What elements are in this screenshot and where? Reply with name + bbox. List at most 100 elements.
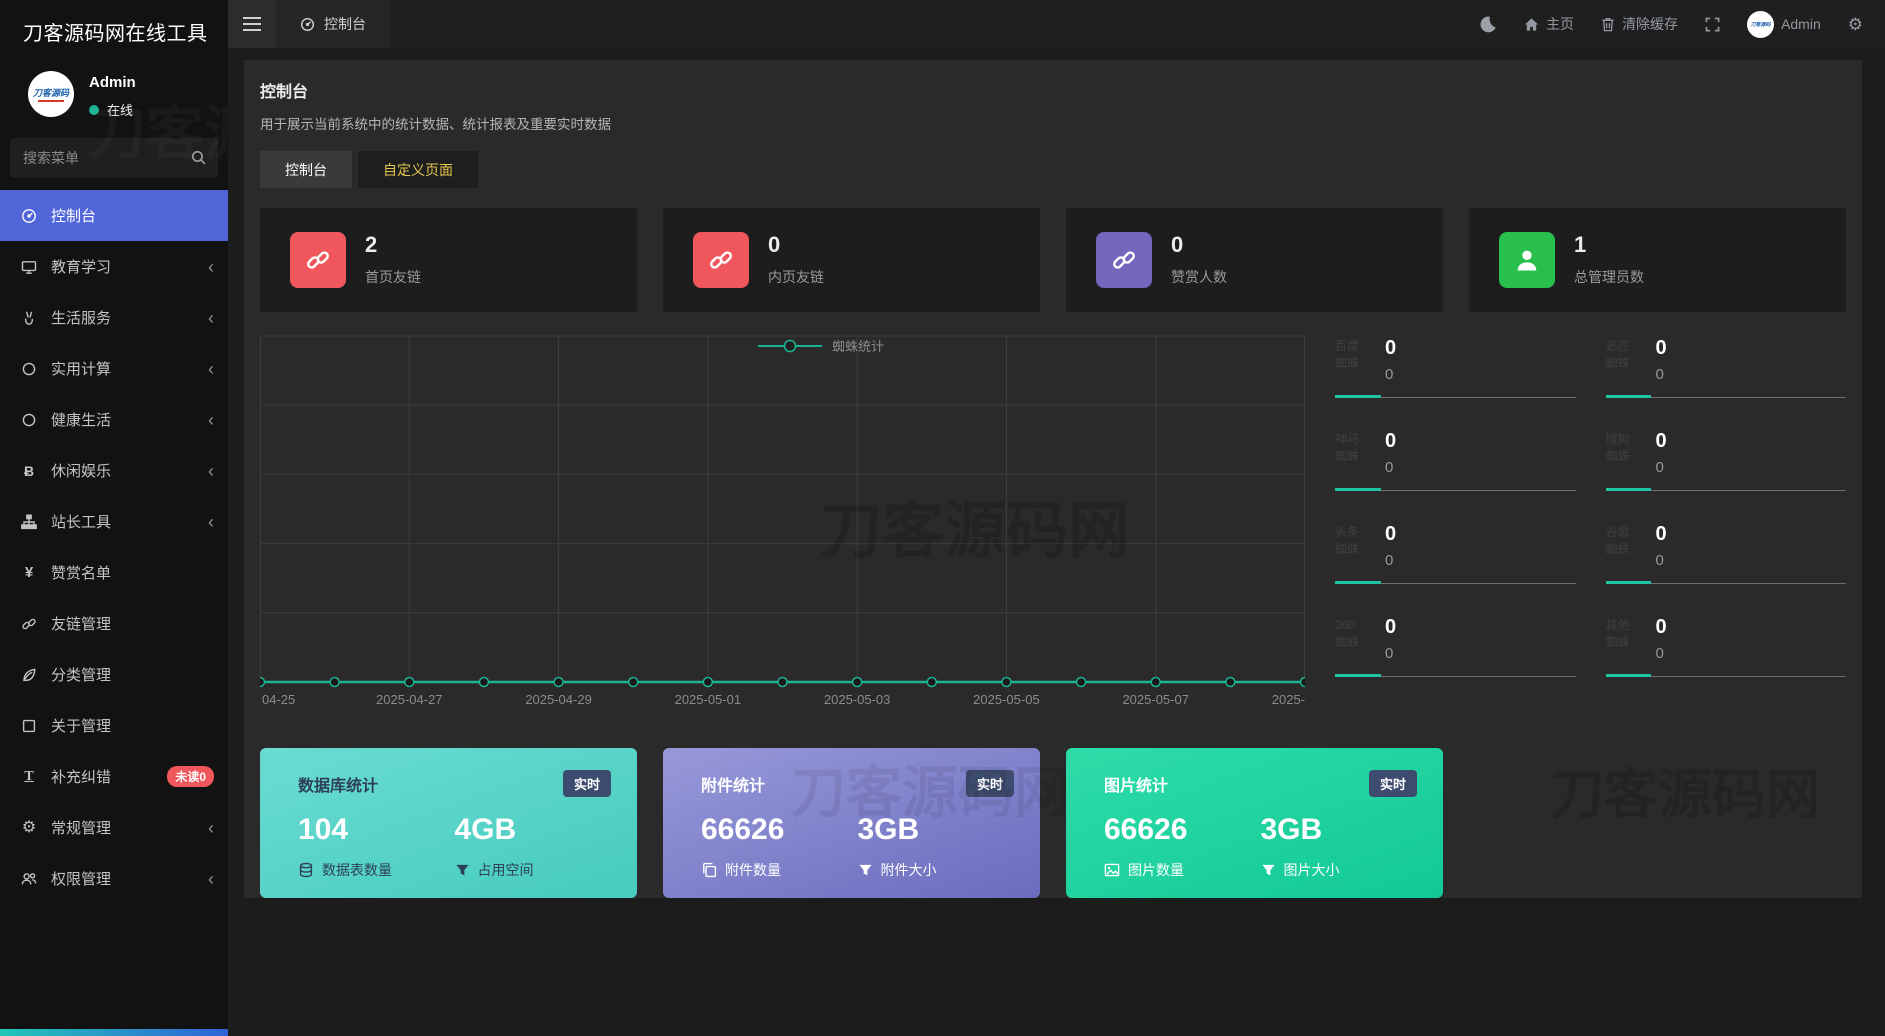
chevron-left-icon: ‹ (208, 309, 214, 327)
avatar[interactable]: 刀客源码 (28, 71, 74, 117)
summary-label: 数据表数量 (298, 860, 455, 880)
stat-label: 首页友链 (365, 267, 421, 287)
circle-icon (18, 412, 40, 428)
spider-name: 搜狗蜘蛛 (1606, 431, 1630, 465)
sidebar-item[interactable]: 权限管理 ‹ (0, 853, 228, 904)
realtime-badge: 实时 (1369, 770, 1417, 797)
summary-label: 附件数量 (701, 860, 858, 880)
peace-icon (18, 310, 40, 326)
spider-stat-cell: 百度蜘蛛 0 0 (1335, 338, 1576, 404)
stat-value: 0 (768, 234, 824, 256)
sidebar-item-label: 关于管理 (51, 715, 111, 736)
spider-progress-bar (1335, 674, 1576, 677)
filter-icon (1261, 863, 1276, 878)
moon-icon (1478, 15, 1497, 34)
chain-icon (290, 232, 346, 288)
filter-icon (455, 863, 470, 878)
tab-active[interactable]: 控制台 (260, 151, 352, 188)
user-menu[interactable]: 刀客源码 Admin (1747, 11, 1821, 38)
sidebar-item[interactable]: 站长工具 ‹ (0, 496, 228, 547)
summary-value: 3GB (858, 815, 1015, 845)
dark-mode-toggle[interactable] (1478, 15, 1497, 34)
spider-yesterday-count: 0 (1385, 367, 1576, 382)
stat-card: 1 总管理员数 (1469, 208, 1846, 312)
spider-today-count: 0 (1656, 431, 1847, 451)
home-link[interactable]: 主页 (1524, 14, 1574, 34)
spider-name: 谷歌蜘蛛 (1606, 524, 1630, 558)
home-icon (1524, 17, 1539, 32)
unread-badge: 未读0 (167, 766, 214, 787)
stat-card: 2 首页友链 (260, 208, 637, 312)
summary-label: 图片大小 (1261, 860, 1418, 880)
sidebar-item[interactable]: 分类管理 (0, 649, 228, 700)
copy-icon (701, 862, 717, 878)
sidebar-item-label: 分类管理 (51, 664, 111, 685)
user-name: Admin (89, 74, 136, 91)
spider-stat-cell: 其他蜘蛛 0 0 (1606, 617, 1847, 683)
spider-yesterday-count: 0 (1656, 553, 1847, 568)
sidebar-item-label: 健康生活 (51, 409, 111, 430)
stat-cards: 2 首页友链 0 内页友链 0 赞赏人数 1 总管理员数 (260, 208, 1846, 312)
topbar-tab-dashboard[interactable]: 控制台 (276, 0, 390, 48)
link-icon (18, 616, 40, 632)
sidebar-item[interactable]: 健康生活 ‹ (0, 394, 228, 445)
svg-text:2025-04-29: 2025-04-29 (525, 692, 592, 707)
sidebar-item[interactable]: 教育学习 ‹ (0, 241, 228, 292)
app-title: 刀客源码网在线工具 (0, 0, 228, 46)
settings-gear-icon[interactable]: ⚙ (1848, 16, 1863, 33)
svg-text:2025-05-01: 2025-05-01 (675, 692, 742, 707)
spider-name: 百度蜘蛛 (1335, 338, 1359, 372)
avatar: 刀客源码 (1747, 11, 1774, 38)
search-input[interactable] (10, 138, 218, 178)
svg-text:04-25: 04-25 (262, 692, 295, 707)
main-panel: 控制台 用于展示当前系统中的统计数据、统计报表及重要实时数据 控制台自定义页面 … (244, 60, 1862, 898)
hamburger-button[interactable] (228, 0, 276, 48)
sidebar-item[interactable]: T 补充纠错 未读0 (0, 751, 228, 802)
stat-value: 1 (1574, 234, 1644, 256)
clear-cache-button[interactable]: 清除缓存 (1601, 14, 1678, 34)
fullscreen-button[interactable] (1705, 17, 1720, 32)
summary-label: 图片数量 (1104, 860, 1261, 880)
stat-label: 赞赏人数 (1171, 267, 1227, 287)
spider-stat-cell: 头条蜘蛛 0 0 (1335, 524, 1576, 590)
sidebar-item[interactable]: 关于管理 (0, 700, 228, 751)
spider-name: 其他蜘蛛 (1606, 617, 1630, 651)
sidebar-item[interactable]: ⚙ 常规管理 ‹ (0, 802, 228, 853)
sidebar-item[interactable]: 生活服务 ‹ (0, 292, 228, 343)
stat-card: 0 赞赏人数 (1066, 208, 1443, 312)
summary-value: 4GB (455, 815, 612, 845)
chevron-left-icon: ‹ (208, 870, 214, 888)
chevron-left-icon: ‹ (208, 513, 214, 531)
tab-inactive[interactable]: 自定义页面 (358, 151, 478, 188)
spider-progress-bar (1335, 488, 1576, 491)
spider-progress-bar (1606, 674, 1847, 677)
sidebar-menu: 控制台 教育学习 ‹ 生活服务 ‹ 实用计算 ‹ 健康生活 ‹ (0, 190, 228, 904)
svg-text:蜘蛛统计: 蜘蛛统计 (832, 339, 884, 354)
sidebar-item[interactable]: 控制台 (0, 190, 228, 241)
sidebar-item[interactable]: 实用计算 ‹ (0, 343, 228, 394)
spider-today-count: 0 (1656, 617, 1847, 637)
sidebar-item-label: 常规管理 (51, 817, 111, 838)
spider-name: 360蜘蛛 (1335, 617, 1359, 651)
svg-text:2025-04-27: 2025-04-27 (376, 692, 443, 707)
stat-label: 内页友链 (768, 267, 824, 287)
spider-progress-bar (1606, 581, 1847, 584)
sidebar: 刀客源码网在线工具 刀客源码网 刀客源码 Admin 在线 控制台 (0, 0, 228, 1036)
svg-text:2025-05-07: 2025-05-07 (1122, 692, 1189, 707)
sidebar-item[interactable]: 友链管理 (0, 598, 228, 649)
spider-yesterday-count: 0 (1656, 646, 1847, 661)
sidebar-item[interactable]: ¥ 赞赏名单 (0, 547, 228, 598)
spider-today-count: 0 (1656, 524, 1847, 544)
svg-text:2025-05-03: 2025-05-03 (824, 692, 891, 707)
sidebar-item[interactable]: Ƀ 休闲娱乐 ‹ (0, 445, 228, 496)
realtime-badge: 实时 (966, 770, 1014, 797)
spider-line-chart: 04-25 2025-04-27 2025-04-29 2025-05-01 2025-… (260, 330, 1305, 722)
summary-card: 图片统计 实时 66626 图片数量 3GB (1066, 748, 1443, 898)
user-status: 在线 (107, 100, 133, 119)
spider-today-count: 0 (1385, 617, 1576, 637)
spider-today-count: 0 (1656, 338, 1847, 358)
content-tabs: 控制台自定义页面 (260, 151, 1846, 188)
gauge-icon (300, 17, 315, 32)
spider-stat-cell: 神马蜘蛛 0 0 (1335, 431, 1576, 497)
summary-label: 占用空间 (455, 860, 612, 880)
